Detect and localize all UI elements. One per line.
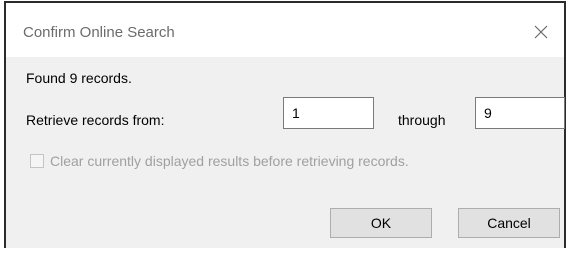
dialog-title: Confirm Online Search	[23, 24, 175, 41]
dialog-content: Found 9 records. Retrieve records from: …	[6, 57, 565, 248]
clear-results-checkbox[interactable]	[30, 154, 44, 168]
from-record-input[interactable]	[283, 97, 374, 129]
ok-button[interactable]: OK	[330, 208, 432, 238]
through-label: through	[398, 112, 446, 128]
clear-results-checkbox-label: Clear currently displayed results before…	[50, 153, 409, 169]
close-button[interactable]	[526, 17, 556, 47]
retrieve-records-label: Retrieve records from:	[26, 112, 165, 128]
confirm-online-search-dialog: Confirm Online Search Found 9 records. R…	[4, 1, 566, 248]
cancel-button[interactable]: Cancel	[458, 208, 560, 238]
cancel-button-label: Cancel	[487, 215, 531, 231]
found-records-text: Found 9 records.	[26, 70, 132, 86]
ok-button-label: OK	[370, 215, 392, 231]
close-icon	[534, 25, 548, 39]
to-record-input[interactable]	[475, 97, 565, 129]
clear-results-option: Clear currently displayed results before…	[30, 153, 409, 169]
title-bar: Confirm Online Search	[6, 3, 564, 57]
